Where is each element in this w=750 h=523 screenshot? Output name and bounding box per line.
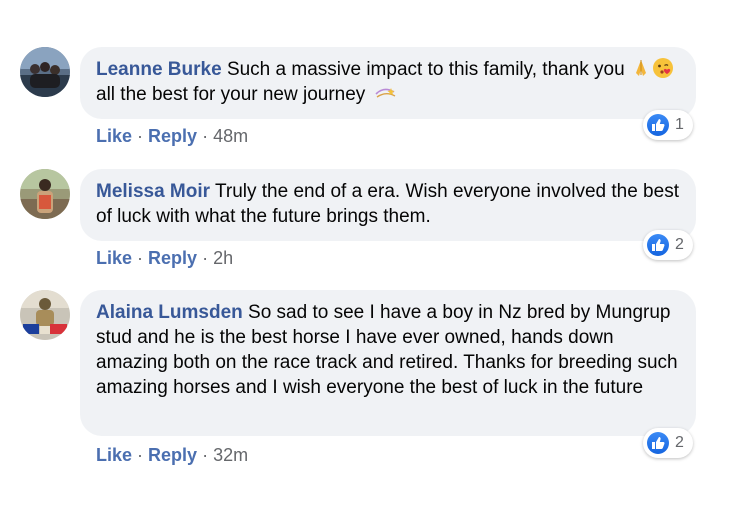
separator: · bbox=[202, 445, 209, 465]
comment-actions: Like · Reply · 48m bbox=[96, 126, 248, 147]
like-link[interactable]: Like bbox=[96, 445, 132, 465]
reaction-summary[interactable]: 1 bbox=[643, 110, 693, 140]
comment-author[interactable]: Melissa Moir bbox=[96, 181, 210, 202]
reply-link[interactable]: Reply bbox=[148, 126, 197, 146]
reply-link[interactable]: Reply bbox=[148, 248, 197, 268]
avatar[interactable] bbox=[20, 290, 70, 340]
comment-actions: Like · Reply · 2h bbox=[96, 248, 233, 269]
reaction-count: 1 bbox=[675, 116, 684, 133]
comment-bubble: Melissa Moir Truly the end of a era. Wis… bbox=[80, 169, 696, 241]
separator: · bbox=[202, 126, 209, 146]
face-blowing-kiss-icon bbox=[652, 58, 673, 78]
reaction-count: 2 bbox=[675, 236, 684, 253]
separator: · bbox=[137, 445, 144, 465]
comment-timestamp[interactable]: 32m bbox=[213, 445, 248, 465]
comment-timestamp[interactable]: 2h bbox=[213, 248, 233, 268]
separator: · bbox=[137, 126, 144, 146]
comment-author[interactable]: Leanne Burke bbox=[96, 59, 222, 80]
folded-hands-icon bbox=[635, 60, 646, 76]
comment-bubble: Leanne Burke Such a massive impact to th… bbox=[80, 47, 696, 119]
comment-actions: Like · Reply · 32m bbox=[96, 445, 248, 466]
comment-timestamp[interactable]: 48m bbox=[213, 126, 248, 146]
separator: · bbox=[202, 248, 209, 268]
reaction-summary[interactable]: 2 bbox=[643, 230, 693, 260]
avatar[interactable] bbox=[20, 47, 70, 97]
like-link[interactable]: Like bbox=[96, 248, 132, 268]
reaction-summary[interactable]: 2 bbox=[643, 428, 693, 458]
reaction-count: 2 bbox=[675, 434, 684, 451]
like-reaction-icon bbox=[647, 114, 669, 136]
comment-bubble: Alaina Lumsden So sad to see I have a bo… bbox=[80, 290, 696, 436]
like-reaction-icon bbox=[647, 432, 669, 454]
reply-link[interactable]: Reply bbox=[148, 445, 197, 465]
comment-author[interactable]: Alaina Lumsden bbox=[96, 302, 243, 323]
avatar[interactable] bbox=[20, 169, 70, 219]
like-link[interactable]: Like bbox=[96, 126, 132, 146]
dizzy-icon bbox=[375, 88, 395, 98]
separator: · bbox=[137, 248, 144, 268]
like-reaction-icon bbox=[647, 234, 669, 256]
